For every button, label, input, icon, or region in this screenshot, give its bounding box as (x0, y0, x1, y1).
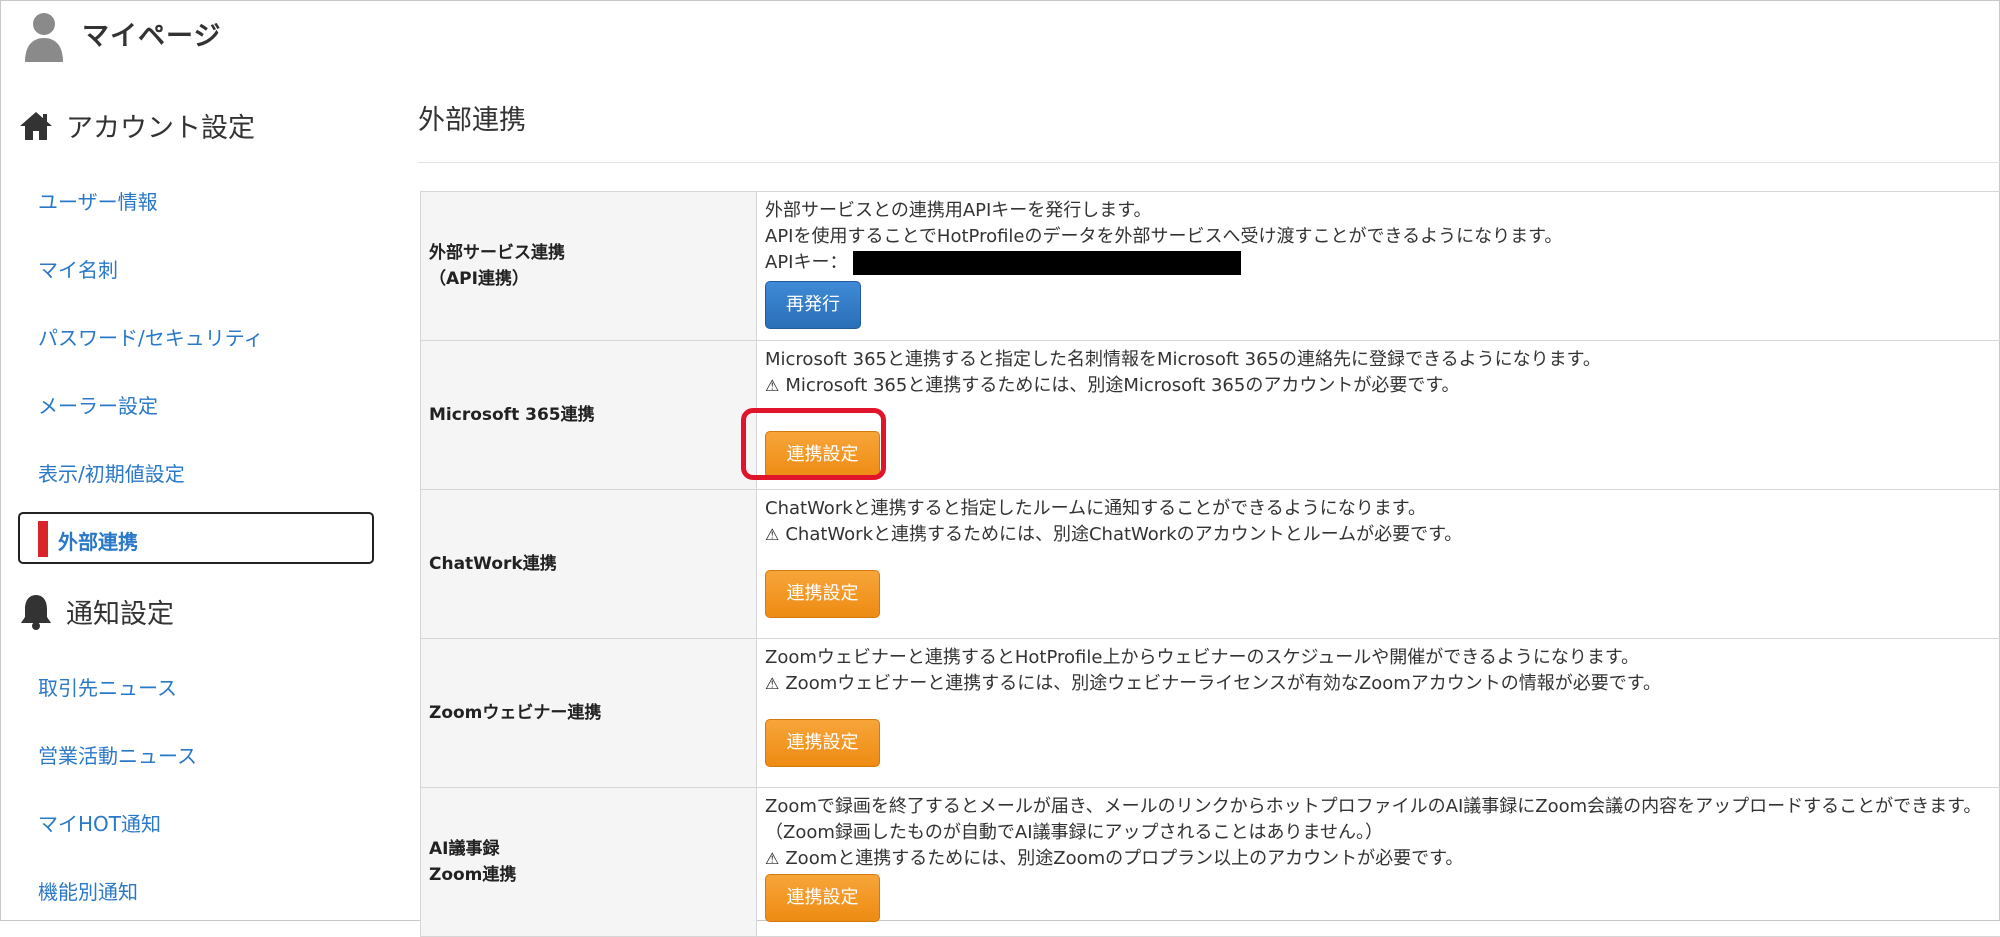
row-label-line: 外部サービス連携 (429, 240, 756, 266)
row-label: ChatWork連携 (421, 490, 757, 639)
sidebar-item-feature-notify[interactable]: 機能別通知 (38, 876, 138, 905)
row-label-line: （API連携） (429, 266, 756, 292)
sidebar-item-label: 外部連携 (58, 526, 138, 555)
row-label: Zoomウェビナー連携 (421, 639, 757, 788)
warning-text: Zoomと連携するためには、別途Zoomのプロプラン以上のアカウントが必要です。 (785, 848, 1463, 869)
title-divider (418, 162, 2000, 163)
row-content: Zoomで録画を終了するとメールが届き、メールのリンクからホットプロファイルのA… (757, 788, 2000, 937)
api-key-label: APIキー： (765, 250, 847, 276)
warning-icon: ⚠ (765, 373, 779, 399)
notification-settings-heading: 通知設定 (18, 592, 174, 631)
row-label-line: Zoomウェビナー連携 (429, 700, 756, 726)
warning-icon: ⚠ (765, 671, 779, 697)
table-row: Microsoft 365連携 Microsoft 365と連携すると指定した名… (421, 341, 2000, 490)
warning-text: ChatWorkと連携するためには、別途ChatWorkのアカウントとルームが必… (785, 524, 1462, 545)
sidebar-item-user-info[interactable]: ユーザー情報 (38, 186, 158, 215)
warning-icon: ⚠ (765, 846, 779, 872)
row-description: （Zoom録画したものが自動でAI議事録にアップされることはありません。） (765, 820, 2000, 846)
sidebar-item-password-security[interactable]: パスワード/セキュリティ (38, 322, 264, 351)
row-label: 外部サービス連携 （API連携） (421, 192, 757, 341)
row-description: Zoomで録画を終了するとメールが届き、メールのリンクからホットプロファイルのA… (765, 794, 2000, 820)
row-label: Microsoft 365連携 (421, 341, 757, 490)
sidebar-item-mailer-settings[interactable]: メーラー設定 (38, 390, 158, 419)
row-label: AI議事録 Zoom連携 (421, 788, 757, 937)
sidebar-item-my-card[interactable]: マイ名刺 (38, 254, 118, 283)
row-description: Microsoft 365と連携すると指定した名刺情報をMicrosoft 36… (765, 347, 2000, 373)
api-key-redacted (853, 251, 1241, 275)
button-wrap: 連携設定 (765, 431, 2000, 479)
sidebar-item-display-defaults[interactable]: 表示/初期値設定 (38, 458, 185, 487)
sidebar-item-client-news[interactable]: 取引先ニュース (38, 672, 177, 701)
row-label-line: ChatWork連携 (429, 551, 756, 577)
bell-icon (18, 593, 54, 631)
warning-icon: ⚠ (765, 522, 779, 548)
row-description: Zoomウェビナーと連携するとHotProfile上からウェビナーのスケジュール… (765, 645, 2000, 671)
integration-table: 外部サービス連携 （API連携） 外部サービスとの連携用APIキーを発行します。… (420, 191, 2000, 937)
page-header: マイページ (0, 0, 2000, 70)
zoom-webinar-settings-button[interactable]: 連携設定 (765, 719, 880, 767)
table-row: Zoomウェビナー連携 Zoomウェビナーと連携するとHotProfile上から… (421, 639, 2000, 788)
button-wrap: 連携設定 (765, 570, 2000, 618)
account-settings-label: アカウント設定 (66, 106, 255, 145)
ai-minutes-zoom-settings-button[interactable]: 連携設定 (765, 874, 880, 922)
row-label-line: Microsoft 365連携 (429, 402, 756, 428)
row-warning: ⚠ Zoomウェビナーと連携するには、別途ウェビナーライセンスが有効なZoomアカ… (765, 671, 2000, 697)
row-content: ChatWorkと連携すると指定したルームに通知することができるようになります。… (757, 490, 2000, 639)
row-warning: ⚠ Microsoft 365と連携するためには、別途Microsoft 365の… (765, 373, 2000, 399)
row-warning: ⚠ ChatWorkと連携するためには、別途ChatWorkのアカウントとルームが… (765, 522, 2000, 548)
home-icon (18, 110, 54, 142)
row-warning: ⚠ Zoomと連携するためには、別途Zoomのプロプラン以上のアカウントが必要です… (765, 846, 2000, 872)
row-content: Microsoft 365と連携すると指定した名刺情報をMicrosoft 36… (757, 341, 2000, 490)
button-wrap: 連携設定 (765, 719, 2000, 767)
row-content: Zoomウェビナーと連携するとHotProfile上からウェビナーのスケジュール… (757, 639, 2000, 788)
user-icon (22, 10, 66, 62)
row-description: APIを使用することでHotProfileのデータを外部サービスへ受け渡すことが… (765, 224, 2000, 250)
warning-text: Microsoft 365と連携するためには、別途Microsoft 365のア… (785, 375, 1459, 396)
row-label-line: Zoom連携 (429, 862, 756, 888)
notification-settings-label: 通知設定 (66, 592, 174, 631)
table-row: 外部サービス連携 （API連携） 外部サービスとの連携用APIキーを発行します。… (421, 192, 2000, 341)
chatwork-settings-button[interactable]: 連携設定 (765, 570, 880, 618)
row-label-line: AI議事録 (429, 836, 756, 862)
row-description: ChatWorkと連携すると指定したルームに通知することができるようになります。 (765, 496, 2000, 522)
button-wrap: 連携設定 (765, 874, 2000, 922)
main-title: 外部連携 (418, 98, 526, 137)
row-description: 外部サービスとの連携用APIキーを発行します。 (765, 198, 2000, 224)
table-row: AI議事録 Zoom連携 Zoomで録画を終了するとメールが届き、メールのリンク… (421, 788, 2000, 937)
sidebar-item-external-integration[interactable]: 外部連携 (18, 512, 374, 564)
sidebar-item-sales-news[interactable]: 営業活動ニュース (38, 740, 197, 769)
sidebar-item-my-hot-notify[interactable]: マイHOT通知 (38, 808, 161, 837)
account-settings-heading: アカウント設定 (18, 106, 255, 145)
api-key-line: APIキー： (765, 250, 2000, 276)
active-marker (38, 521, 48, 557)
reissue-button[interactable]: 再発行 (765, 281, 861, 329)
row-content: 外部サービスとの連携用APIキーを発行します。 APIを使用することでHotPr… (757, 192, 2000, 341)
table-row: ChatWork連携 ChatWorkと連携すると指定したルームに通知することが… (421, 490, 2000, 639)
highlight-annotation (741, 408, 886, 480)
page-title: マイページ (82, 14, 221, 53)
warning-text: Zoomウェビナーと連携するには、別途ウェビナーライセンスが有効なZoomアカウ… (785, 673, 1661, 694)
